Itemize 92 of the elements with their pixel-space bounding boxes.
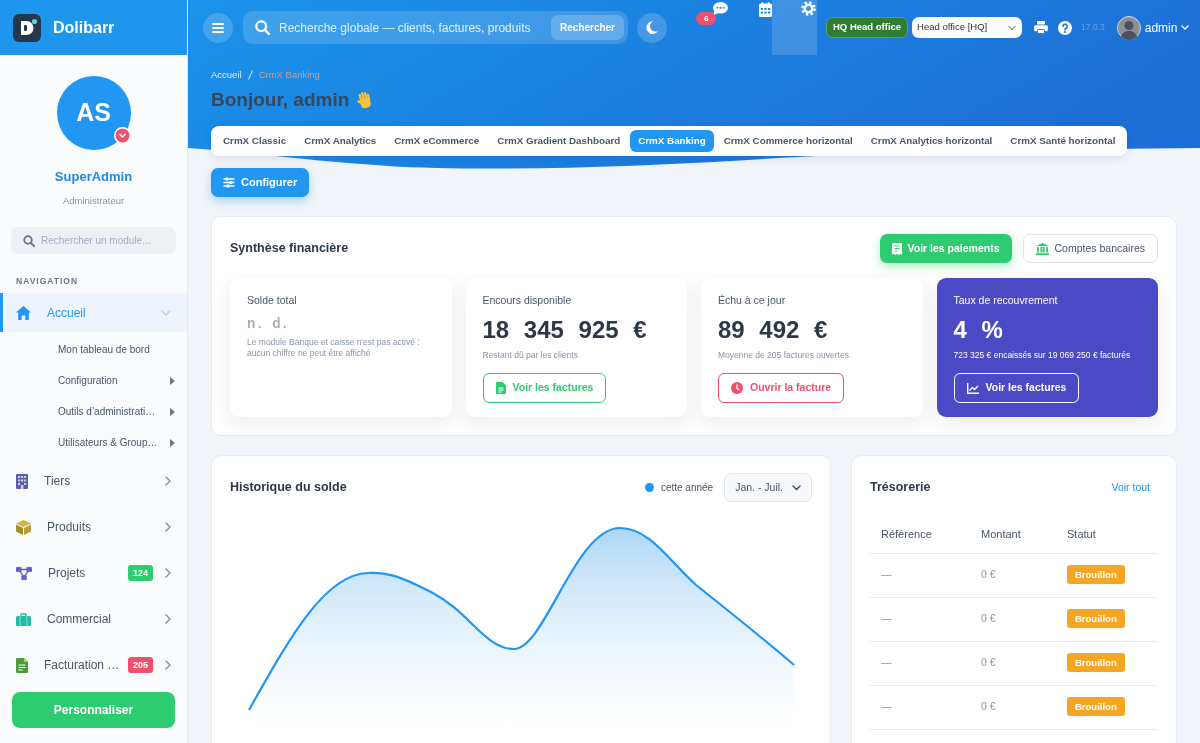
- panel-title: Synthèse financière: [230, 240, 349, 258]
- reference-cell: —: [870, 685, 970, 729]
- card-action-button[interactable]: Voir les factures: [953, 373, 1080, 403]
- reference-cell: —: [870, 597, 970, 641]
- entity-select[interactable]: Head office [HQ]: [912, 17, 1023, 38]
- amount-cell: 0 €: [970, 685, 1056, 729]
- stat-title: Solde total: [247, 293, 298, 307]
- nav-item[interactable]: Produits: [0, 504, 187, 550]
- search-icon: [23, 235, 35, 247]
- period-dropdown[interactable]: Jan. - Juil.: [724, 473, 812, 502]
- bank-accounts-button[interactable]: Comptes bancaires: [1022, 234, 1158, 263]
- legend-label: cette année: [660, 481, 714, 495]
- clock-icon: [731, 382, 743, 394]
- stat-title: Échu à ce jour: [718, 293, 787, 307]
- dashboard-tab[interactable]: CrmX Santé horizontal: [1002, 130, 1124, 152]
- brand-name: Dolibarr: [53, 17, 115, 38]
- search-icon: [255, 20, 270, 35]
- line-chart-icon: [966, 382, 979, 394]
- dashboard-tab[interactable]: CrmX Analytics: [296, 130, 385, 152]
- submenu-item[interactable]: Mon tableau de bord: [0, 334, 187, 365]
- receipt-icon: [891, 242, 902, 255]
- nav-item[interactable]: Commercial: [0, 596, 187, 642]
- slash-icon: [247, 70, 253, 80]
- panel-title: Trésorerie: [870, 479, 931, 497]
- greeting-heading: Bonjour, admin: [211, 89, 350, 111]
- stat-note: Moyenne de 205 factures ouvertes: [718, 350, 850, 361]
- dashboard-tab[interactable]: CrmX Analytics horizontal: [862, 130, 1001, 152]
- stat-note: 723 325 € encaissés sur 19 069 250 € facturés: [953, 350, 1132, 361]
- module-search-field[interactable]: Rechercher un module...: [11, 227, 176, 254]
- file-icon: [495, 382, 506, 394]
- caret-down-icon: [1181, 25, 1190, 30]
- briefcase-icon: [16, 612, 31, 626]
- panel-title: Historique du solde: [230, 479, 347, 497]
- column-header: Statut: [1056, 515, 1158, 553]
- amount-cell: 0 €: [970, 553, 1056, 597]
- version-label: 17.0.3: [1081, 21, 1105, 34]
- count-badge: 124: [127, 565, 153, 581]
- stat-note: Le module Banque et caisse n'est pas activé : aucun chiffre ne peut être affiché: [247, 337, 421, 359]
- document-icon: [16, 657, 28, 673]
- count-badge: 205: [127, 657, 153, 673]
- legend-marker-icon: [644, 483, 654, 492]
- profile-name: SuperAdmin: [54, 169, 133, 185]
- status-badge: Brouillon: [1067, 565, 1125, 585]
- amount-cell: 0 €: [970, 597, 1056, 641]
- printer-icon[interactable]: [1034, 21, 1049, 34]
- nav-item[interactable]: Tiers: [0, 458, 187, 504]
- node-diagram-icon: [16, 566, 32, 580]
- status-badge: Brouillon: [1067, 653, 1125, 673]
- dashboard-tab[interactable]: CrmX Classic: [215, 130, 295, 152]
- settings-icon[interactable]: [801, 1, 816, 16]
- moon-icon: [646, 21, 658, 34]
- dashboard-tab[interactable]: CrmX Gradient Dashboard: [489, 130, 629, 152]
- submenu-item[interactable]: Configuration: [0, 365, 187, 396]
- chevron-down-icon: [792, 484, 801, 491]
- column-header: Montant: [970, 515, 1056, 553]
- user-avatar-icon: [1116, 15, 1141, 40]
- stat-note: Restant dû par les clients: [482, 350, 579, 361]
- reference-cell: —: [870, 553, 970, 597]
- dark-mode-button[interactable]: [637, 12, 667, 43]
- breadcrumb-item: CrmX Banking: [258, 69, 320, 81]
- user-initials-avatar: AS: [56, 76, 131, 150]
- reference-cell: —: [870, 641, 970, 685]
- entity-badge: HQ Head office: [826, 17, 909, 38]
- submenu-item[interactable]: Utilisateurs & Group…: [0, 427, 187, 458]
- nav-item[interactable]: Facturation … 205: [0, 642, 187, 688]
- menu-icon: [212, 22, 224, 33]
- stat-value: 18 345 925 €: [482, 315, 648, 345]
- stat-title: Encours disponible: [482, 293, 573, 307]
- amount-cell: 0 €: [970, 641, 1056, 685]
- bank-icon: [1035, 242, 1049, 255]
- stat-value: 89 492 €: [718, 315, 829, 345]
- box-icon: [16, 519, 31, 535]
- logo-icon: [13, 13, 41, 42]
- column-header: Référence: [870, 515, 970, 553]
- status-badge: Brouillon: [1067, 697, 1125, 717]
- dashboard-tab[interactable]: CrmX Commerce horizontal: [715, 130, 861, 152]
- user-menu-button[interactable]: admin: [1116, 15, 1190, 40]
- stat-value: n. d.: [247, 316, 290, 332]
- stat-value: 4 %: [953, 315, 1004, 345]
- section-label: NAVIGATION: [16, 275, 80, 287]
- profile-role: Administrateur: [62, 196, 125, 206]
- status-badge: Brouillon: [1067, 609, 1125, 629]
- chat-bubble-icon[interactable]: [712, 2, 728, 16]
- building-icon: [16, 473, 28, 489]
- help-icon[interactable]: [1058, 20, 1073, 35]
- sliders-icon: [223, 177, 235, 188]
- dashboard-tab[interactable]: CrmX eCommerce: [386, 130, 488, 152]
- menu-button[interactable]: [203, 12, 233, 43]
- submenu-item[interactable]: Outils d’administrati…: [0, 396, 187, 427]
- house-icon: [16, 305, 31, 320]
- nav-item[interactable]: Projets 124: [0, 550, 187, 596]
- stat-title: Taux de recouvrement: [953, 293, 1059, 307]
